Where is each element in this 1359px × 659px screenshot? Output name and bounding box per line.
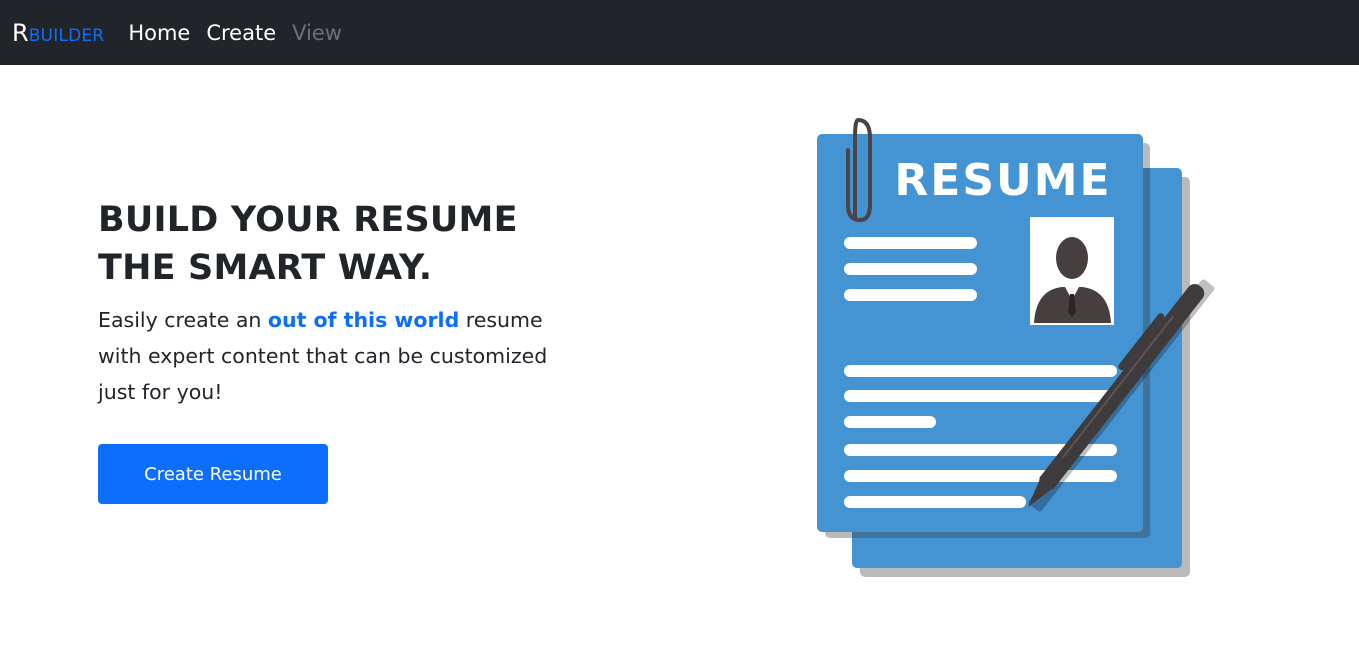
navbar: R BUILDER Home Create View — [0, 0, 1359, 65]
subtitle-highlight: out of this world — [267, 308, 460, 332]
brand-name: BUILDER — [28, 25, 105, 46]
nav-link-view[interactable]: View — [292, 21, 342, 45]
resume-header-lines — [844, 237, 977, 301]
brand-initial: R — [12, 18, 29, 47]
nav-link-home[interactable]: Home — [128, 21, 190, 45]
brand-logo[interactable]: R BUILDER — [12, 19, 104, 47]
nav-link-create[interactable]: Create — [206, 21, 276, 45]
hero-section: BUILD YOUR RESUME THE SMART WAY. Easily … — [98, 196, 578, 410]
subtitle-text-start: Easily create an — [98, 308, 268, 332]
create-resume-button[interactable]: Create Resume — [98, 444, 328, 504]
headline-line-2: THE SMART WAY. — [98, 248, 433, 288]
resume-title: RESUME — [894, 155, 1111, 206]
headline-line-1: BUILD YOUR RESUME — [98, 200, 518, 240]
hero-headline: BUILD YOUR RESUME THE SMART WAY. — [98, 196, 578, 292]
resume-illustration: RESUME — [817, 117, 1215, 577]
hero-subtitle: Easily create an out of this world resum… — [98, 302, 578, 410]
